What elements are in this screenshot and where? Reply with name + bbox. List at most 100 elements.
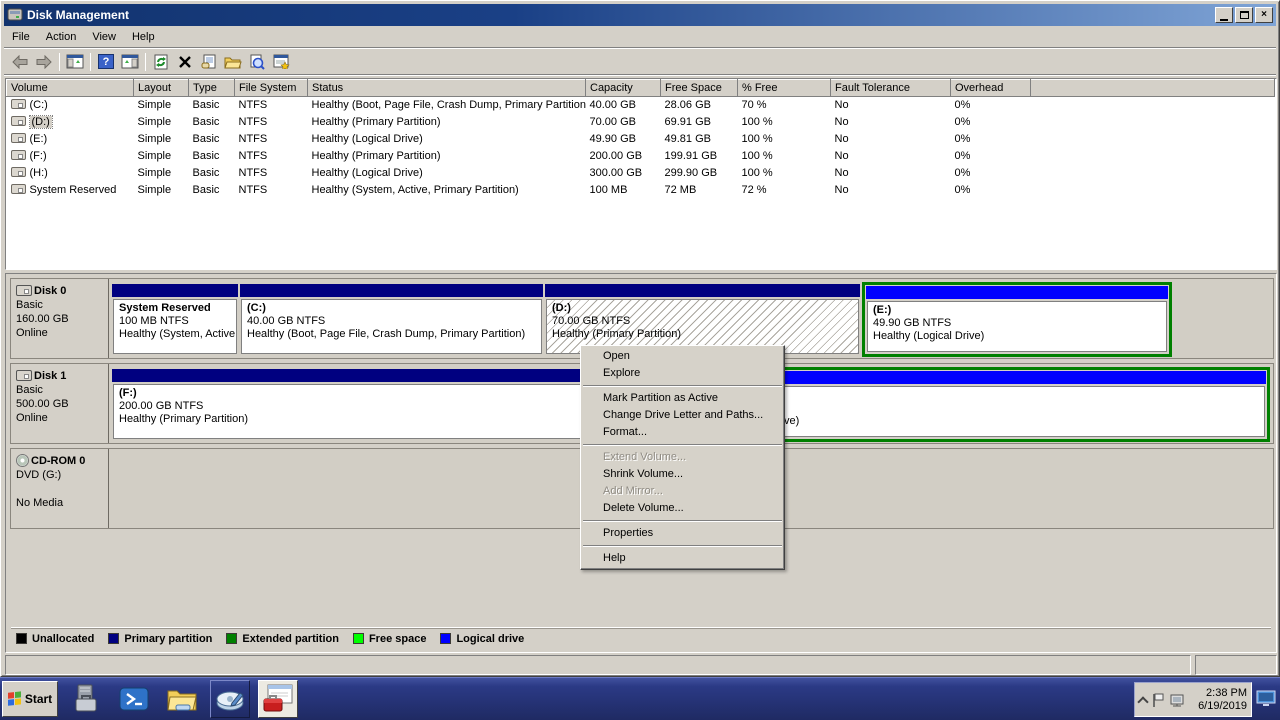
status-panel-main [5, 655, 1191, 675]
window-title: Disk Management [27, 8, 1215, 22]
volume-list-pane: Volume Layout Type File System Status Ca… [5, 78, 1277, 270]
selected-volume-label: (D:) [30, 116, 52, 128]
cdrom0-label[interactable]: CD-ROM 0 DVD (G:) No Media [11, 449, 109, 528]
menu-item-change-drive-letter[interactable]: Change Drive Letter and Paths... [581, 407, 784, 424]
col-pct-free[interactable]: % Free [738, 80, 831, 97]
forward-icon[interactable] [32, 51, 56, 73]
legend-primary-partition: Primary partition [108, 633, 212, 645]
menu-item-shrink-volume[interactable]: Shrink Volume... [581, 466, 784, 483]
toolbar: ? [4, 49, 1276, 75]
action-center-flag-icon[interactable] [1151, 692, 1165, 708]
properties-icon[interactable] [197, 51, 221, 73]
toolbar-separator [59, 53, 60, 71]
menu-item-format[interactable]: Format... [581, 424, 784, 441]
menu-file[interactable]: File [4, 28, 38, 46]
status-panel-right [1195, 655, 1277, 675]
legend-swatch-logical [440, 633, 451, 644]
legend-swatch-extended [226, 633, 237, 644]
show-action-pane-icon[interactable] [118, 51, 142, 73]
menu-item-delete-volume[interactable]: Delete Volume... [581, 500, 784, 517]
col-volume[interactable]: Volume [7, 80, 134, 97]
status-bar [5, 655, 1277, 675]
volume-row-d[interactable]: (D:) SimpleBasic NTFSHealthy (Primary Pa… [7, 114, 1275, 131]
volume-row-c[interactable]: (C:) SimpleBasic NTFSHealthy (Boot, Page… [7, 97, 1275, 114]
volume-row-system-reserved[interactable]: System Reserved SimpleBasic NTFSHealthy … [7, 182, 1275, 199]
menu-help[interactable]: Help [124, 28, 163, 46]
menu-item-help[interactable]: Help [581, 550, 784, 567]
drive-icon [11, 150, 26, 160]
primary-partition-strip [112, 284, 238, 297]
windows-logo-icon [8, 691, 22, 706]
volume-row-f[interactable]: (F:) SimpleBasic NTFSHealthy (Primary Pa… [7, 148, 1275, 165]
menu-action[interactable]: Action [38, 28, 85, 46]
show-desktop-icon[interactable] [1256, 690, 1276, 706]
rescan-disks-icon[interactable] [245, 51, 269, 73]
col-file-system[interactable]: File System [235, 80, 308, 97]
taskbar-clock[interactable]: 2:38 PM 6/19/2019 [1198, 687, 1247, 713]
volume-table: Volume Layout Type File System Status Ca… [6, 79, 1275, 199]
volume-row-h[interactable]: (H:) SimpleBasic NTFSHealthy (Logical Dr… [7, 165, 1275, 182]
partition-e[interactable]: (E:) 49.90 GB NTFS Healthy (Logical Driv… [862, 282, 1172, 357]
toolbar-separator [90, 53, 91, 71]
menu-item-mark-partition-active[interactable]: Mark Partition as Active [581, 390, 784, 407]
network-icon[interactable] [1169, 692, 1186, 708]
menu-item-open[interactable]: Open [581, 348, 784, 365]
disk-icon [16, 285, 32, 296]
menu-item-add-mirror: Add Mirror... [581, 483, 784, 500]
legend-free-space: Free space [353, 633, 426, 645]
refresh-icon[interactable] [149, 51, 173, 73]
taskbar-app-computer-management-active[interactable] [258, 680, 298, 718]
settings-icon[interactable] [269, 51, 293, 73]
clock-time: 2:38 PM [1198, 687, 1247, 700]
show-console-tree-icon[interactable] [63, 51, 87, 73]
menu-item-explore[interactable]: Explore [581, 365, 784, 382]
taskbar-app-powershell[interactable] [114, 680, 154, 718]
table-header-row: Volume Layout Type File System Status Ca… [7, 80, 1275, 97]
disk-management-window: Disk Management × File Action View Help … [0, 0, 1280, 677]
legend-extended-partition: Extended partition [226, 633, 339, 645]
back-icon[interactable] [8, 51, 32, 73]
partition-context-menu: Open Explore Mark Partition as Active Ch… [580, 345, 785, 570]
partition-system-reserved[interactable]: System Reserved 100 MB NTFS Healthy (Sys… [112, 284, 238, 355]
minimize-button[interactable] [1215, 7, 1233, 23]
drive-icon [11, 99, 26, 109]
legend-swatch-primary [108, 633, 119, 644]
delete-icon[interactable] [173, 51, 197, 73]
help-icon[interactable]: ? [94, 51, 118, 73]
menu-item-properties[interactable]: Properties [581, 525, 784, 542]
col-free-space[interactable]: Free Space [661, 80, 738, 97]
tray-chevron-icon[interactable] [1137, 696, 1148, 707]
start-button[interactable]: Start [2, 681, 58, 717]
menu-separator [583, 545, 782, 547]
clock-date: 6/19/2019 [1198, 700, 1247, 713]
cd-icon [16, 454, 29, 467]
logical-drive-strip [866, 286, 1168, 299]
drive-icon [11, 167, 26, 177]
maximize-button[interactable] [1235, 7, 1253, 23]
col-capacity[interactable]: Capacity [586, 80, 661, 97]
taskbar-app-disk-utility[interactable] [210, 680, 250, 718]
taskbar-app-server-manager[interactable] [66, 680, 106, 718]
legend-unallocated: Unallocated [16, 633, 94, 645]
volume-row-e[interactable]: (E:) SimpleBasic NTFSHealthy (Logical Dr… [7, 131, 1275, 148]
col-layout[interactable]: Layout [134, 80, 189, 97]
col-status[interactable]: Status [308, 80, 586, 97]
open-folder-icon[interactable] [221, 51, 245, 73]
disk1-label[interactable]: Disk 1 Basic 500.00 GB Online [11, 364, 109, 443]
title-bar[interactable]: Disk Management × [4, 4, 1276, 26]
col-fault-tolerance[interactable]: Fault Tolerance [831, 80, 951, 97]
col-overhead[interactable]: Overhead [951, 80, 1031, 97]
taskbar-app-file-explorer[interactable] [162, 680, 202, 718]
disk-icon [16, 370, 32, 381]
menu-separator [583, 444, 782, 446]
drive-icon [11, 116, 26, 126]
menu-view[interactable]: View [84, 28, 124, 46]
partition-c[interactable]: (C:) 40.00 GB NTFS Healthy (Boot, Page F… [240, 284, 543, 355]
disk0-label[interactable]: Disk 0 Basic 160.00 GB Online [11, 279, 109, 358]
menu-item-extend-volume: Extend Volume... [581, 449, 784, 466]
close-button[interactable]: × [1255, 7, 1273, 23]
legend: Unallocated Primary partition Extended p… [11, 628, 1271, 648]
col-type[interactable]: Type [189, 80, 235, 97]
drive-icon [11, 184, 26, 194]
legend-swatch-unallocated [16, 633, 27, 644]
